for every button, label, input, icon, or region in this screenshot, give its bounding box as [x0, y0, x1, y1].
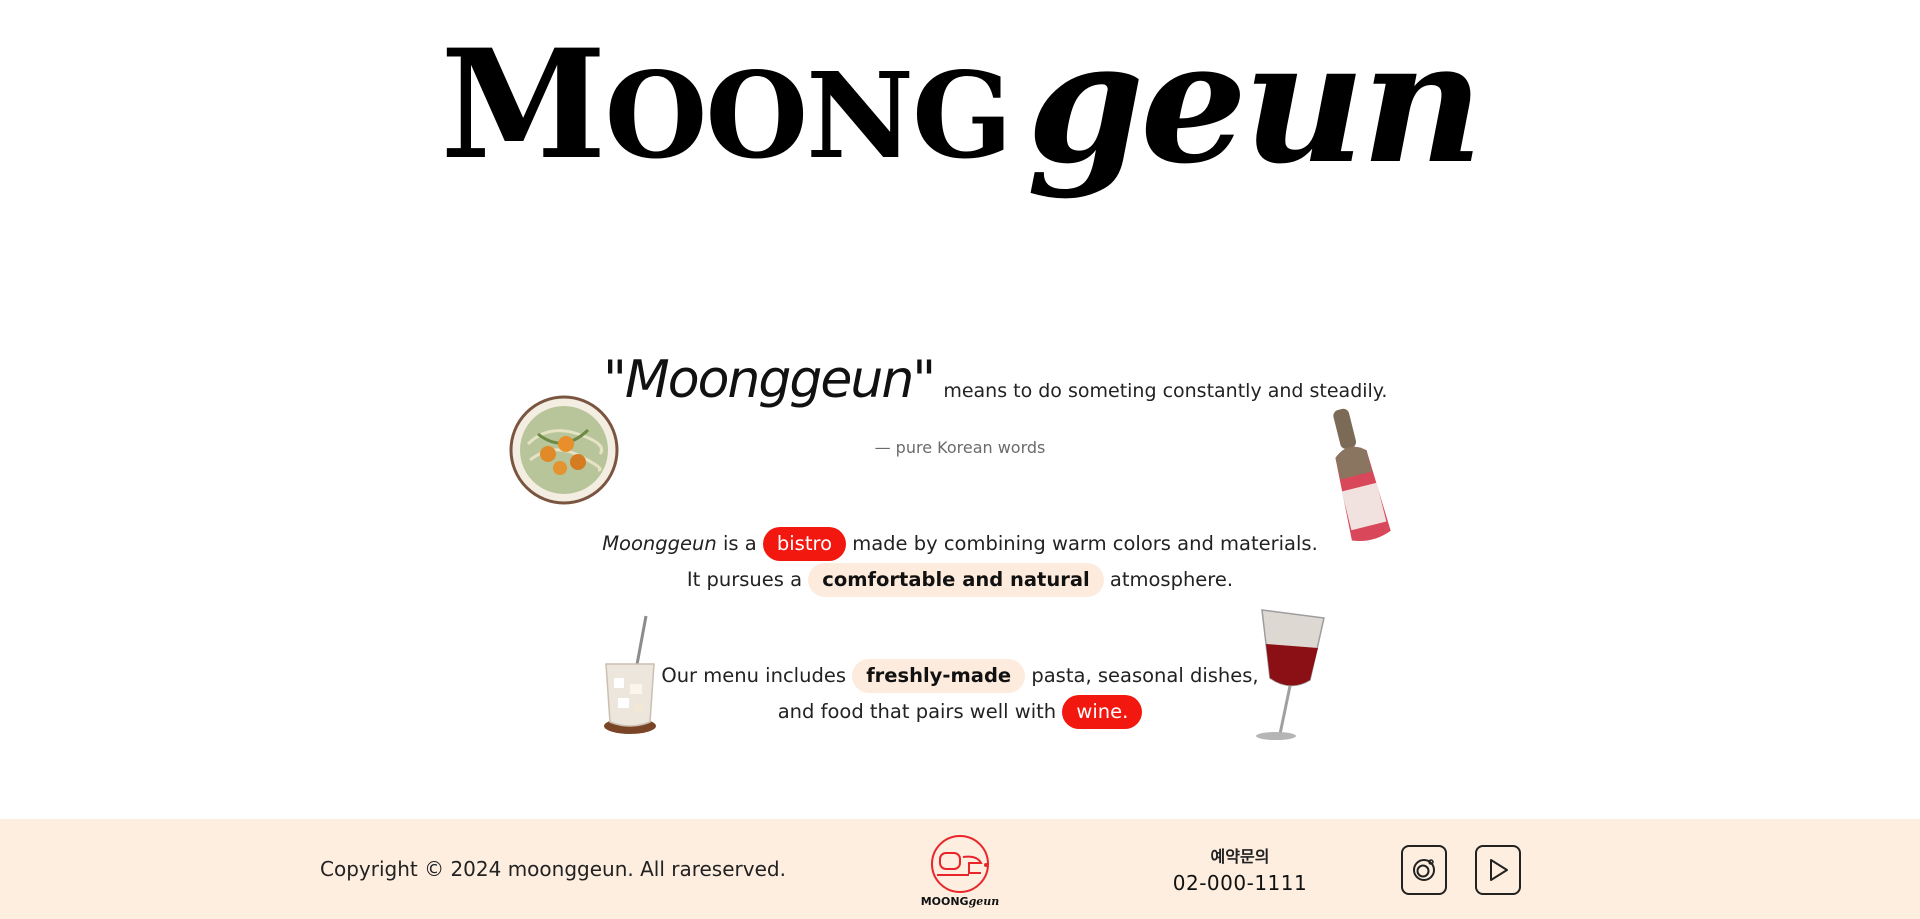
- quote-definition: means to do someting constantly and stea…: [943, 380, 1388, 402]
- logo-script: geun: [968, 895, 1000, 908]
- paragraph-bistro: Moonggeun is a bistro made by combining …: [0, 526, 1920, 598]
- bistro-badge: bistro: [762, 527, 846, 561]
- text-span: is a: [722, 532, 757, 555]
- brand-caps-initial: M: [440, 17, 607, 193]
- text-span: pasta, seasonal dishes,: [1031, 664, 1259, 687]
- attribution: — pure Korean words: [874, 438, 1046, 457]
- logo-caps: MOONG: [920, 895, 969, 908]
- footer-logo[interactable]: MOONGgeun: [918, 833, 1002, 915]
- wine-badge: wine.: [1062, 695, 1143, 729]
- instagram-button[interactable]: [1401, 845, 1447, 895]
- reservation-label: 예약문의: [1210, 847, 1270, 866]
- wine-bottle-image: [1333, 408, 1391, 541]
- dessert-glass-image: [604, 615, 656, 734]
- moonggeun-emblem-icon: [931, 835, 989, 893]
- brand-caps-rest: OONG: [604, 46, 1013, 185]
- paragraph-line: Our menu includes freshly-made pasta, se…: [0, 658, 1920, 694]
- youtube-button[interactable]: [1475, 845, 1521, 895]
- reservation-info: 예약문의 02-000-1111: [1160, 843, 1320, 895]
- brand-caps: MOONG: [441, 30, 1013, 180]
- pasta-bowl-image: [509, 395, 619, 505]
- quote-line: "Moonggeun" means to do someting constan…: [603, 350, 1387, 410]
- paragraph-line: and food that pairs well with wine.: [0, 694, 1920, 730]
- atmosphere-badge: comfortable and natural: [808, 563, 1104, 597]
- copyright-text: Copyright © 2024 moonggeun. All rareserv…: [320, 857, 786, 881]
- wine-glass-image: [1256, 609, 1325, 740]
- text-span: and food that pairs well with: [777, 700, 1057, 723]
- text-span: made by combining warm colors and materi…: [852, 532, 1318, 555]
- brand-script: geun: [1026, 3, 1484, 201]
- footer: Copyright © 2024 moonggeun. All rareserv…: [0, 819, 1920, 919]
- brand-name-italic: Moonggeun: [602, 532, 717, 555]
- reservation-phone[interactable]: 02-000-1111: [1160, 871, 1320, 895]
- paragraph-line: Moonggeun is a bistro made by combining …: [0, 526, 1920, 562]
- text-span: It pursues a: [686, 568, 803, 591]
- quote-word: "Moonggeun": [603, 350, 936, 410]
- hero-wordmark: MOONG geun: [0, 18, 1920, 242]
- instagram-icon: [1413, 859, 1435, 881]
- text-span: atmosphere.: [1109, 568, 1234, 591]
- freshly-made-badge: freshly-made: [852, 659, 1026, 693]
- youtube-play-icon: [1490, 859, 1508, 881]
- footer-logo-wordmark: MOONGgeun: [918, 895, 1002, 908]
- text-span: Our menu includes: [661, 664, 846, 687]
- paragraph-line: It pursues a comfortable and natural atm…: [0, 562, 1920, 598]
- paragraph-menu: Our menu includes freshly-made pasta, se…: [0, 658, 1920, 730]
